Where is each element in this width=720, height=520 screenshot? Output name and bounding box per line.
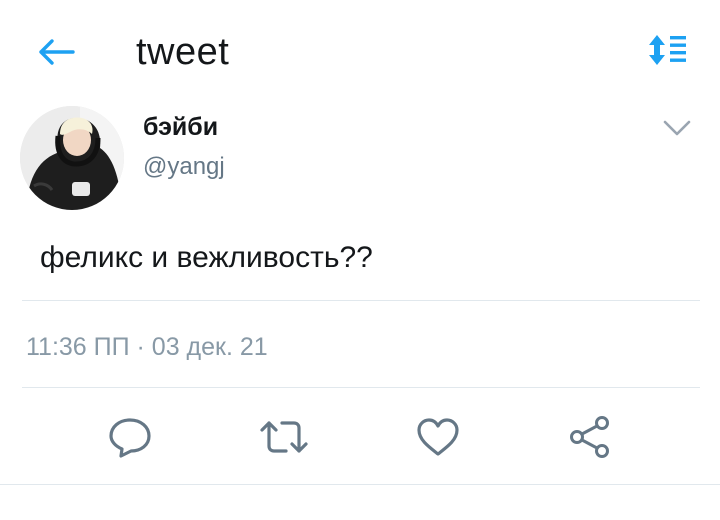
divider [0, 484, 720, 485]
tweet-actions-bar [0, 405, 720, 469]
divider [22, 300, 700, 301]
back-button[interactable] [36, 32, 76, 72]
share-icon [570, 416, 609, 458]
like-button[interactable] [412, 413, 464, 461]
author-handle[interactable]: @yangj [143, 152, 225, 182]
tweet-timestamp: 11:36 ПП · 03 дек. 21 [26, 333, 268, 361]
avatar-photo [20, 106, 124, 210]
avatar[interactable] [20, 106, 124, 210]
sort-list-icon [649, 35, 686, 65]
retweet-button[interactable] [258, 413, 310, 461]
retweet-icon [260, 421, 308, 453]
like-icon [417, 418, 459, 456]
chevron-down-icon [663, 120, 691, 136]
top-bar: tweet [0, 0, 720, 100]
sort-button[interactable] [644, 30, 692, 70]
page-title: tweet [136, 31, 230, 73]
arrow-left-icon [39, 39, 75, 65]
reply-icon [109, 418, 151, 458]
reply-button[interactable] [104, 413, 156, 461]
divider [22, 387, 700, 388]
tweet-text: феликс и вежливость?? [40, 241, 373, 274]
share-button[interactable] [564, 413, 616, 461]
author-display-name[interactable]: бэйби [143, 111, 218, 143]
tweet-menu-button[interactable] [658, 112, 696, 144]
